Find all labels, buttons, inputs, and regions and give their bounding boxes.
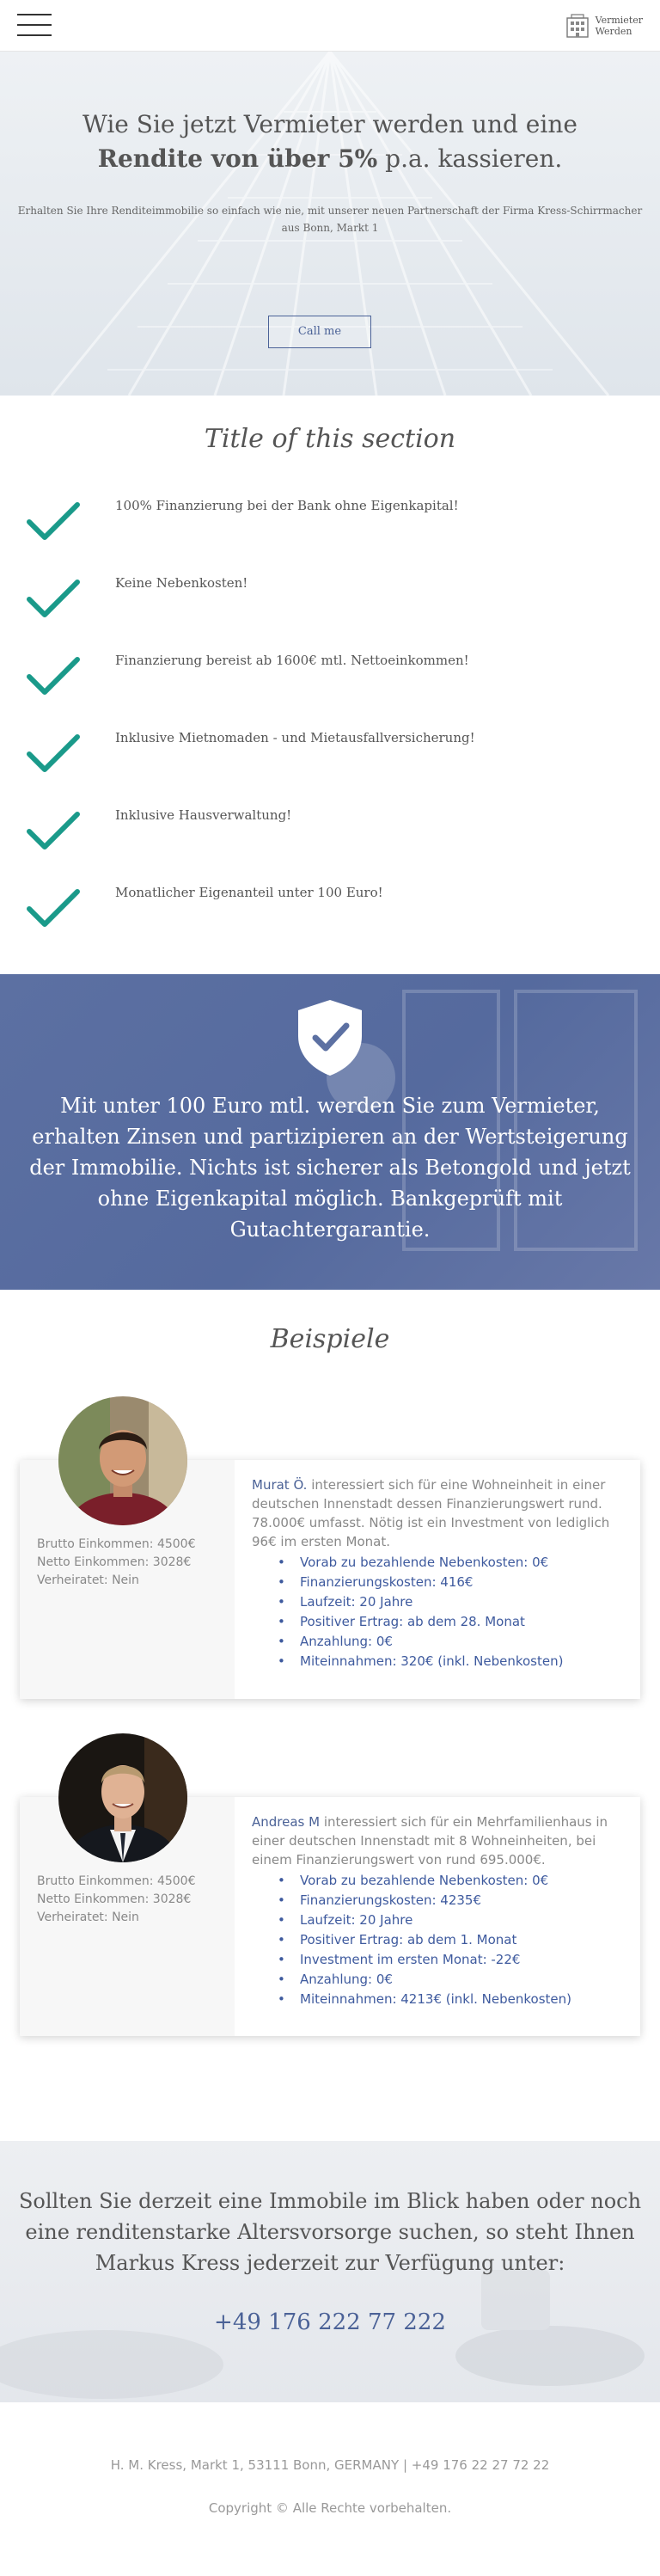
- card-description: Andreas M interessiert sich für ein Mehr…: [252, 1812, 630, 2009]
- card-bullet-item: Positiver Ertrag: ab dem 28. Monat: [278, 1612, 630, 1632]
- hero-title-rest: p.a. kassieren.: [377, 144, 563, 173]
- stat-netto-income: Netto Einkommen: 3028€: [37, 1892, 192, 1906]
- card-description: Murat Ö. interessiert sich für eine Wohn…: [252, 1475, 630, 1671]
- footer-separator: |: [402, 2457, 407, 2473]
- example-card-murat: Brutto Einkommen: 4500€ Netto Einkommen:…: [20, 1396, 640, 1699]
- hero-subtitle: Erhalten Sie Ihre Renditeimmobilie so ei…: [17, 205, 643, 234]
- card-bullet-item: Laufzeit: 20 Jahre: [278, 1911, 630, 1930]
- hero-title: Wie Sie jetzt Vermieter werden und eine …: [34, 107, 626, 176]
- footer-phone-link[interactable]: +49 176 22 27 72 22: [412, 2457, 549, 2473]
- card-bullet-list: Vorab zu bezahlende Nebenkosten: 0€Finan…: [278, 1553, 630, 1671]
- logo-line-1: Vermieter: [595, 15, 643, 26]
- building-icon: [565, 14, 589, 38]
- card-bullet-item: Finanzierungskosten: 4235€: [278, 1891, 630, 1911]
- site-logo[interactable]: Vermieter Werden: [565, 12, 643, 40]
- card-bullet-item: Positiver Ertrag: ab dem 1. Monat: [278, 1930, 630, 1950]
- checkmark-icon: [27, 812, 80, 849]
- card-stats: Brutto Einkommen: 4500€ Netto Einkommen:…: [37, 1536, 195, 1590]
- stat-netto-income: Netto Einkommen: 3028€: [37, 1555, 192, 1569]
- examples-section: Beispiele Brutto Einkommen: 4500€ Netto …: [0, 1290, 660, 2141]
- checkmark-icon: [27, 657, 80, 695]
- feature-item: Inklusive Mietnomaden - und Mietausfallv…: [26, 727, 636, 778]
- feature-item: Keine Nebenkosten!: [26, 572, 636, 623]
- logo-text: Vermieter Werden: [596, 15, 643, 37]
- features-title: Title of this section: [204, 424, 456, 454]
- stat-brutto-income: Brutto Einkommen: 4500€: [37, 1537, 196, 1551]
- card-bullet-item: Vorab zu bezahlende Nebenkosten: 0€: [278, 1553, 630, 1573]
- hero-section: Wie Sie jetzt Vermieter werden und eine …: [0, 52, 660, 396]
- footer-copyright: Copyright © Alle Rechte vorbehalten.: [208, 2500, 452, 2516]
- stat-married: Verheiratet: Nein: [37, 1573, 139, 1587]
- client-name: Murat Ö.: [252, 1477, 308, 1493]
- footer-address: H. M. Kress, Markt 1, 53111 Bonn, GERMAN…: [110, 2457, 400, 2473]
- stat-married: Verheiratet: Nein: [37, 1911, 139, 1924]
- site-footer: H. M. Kress, Markt 1, 53111 Bonn, GERMAN…: [0, 2402, 660, 2576]
- contact-text: Sollten Sie derzeit eine Immobile im Bli…: [18, 2189, 642, 2275]
- card-bullet-item: Vorab zu bezahlende Nebenkosten: 0€: [278, 1871, 630, 1891]
- stat-brutto-income: Brutto Einkommen: 4500€: [37, 1874, 196, 1888]
- feature-item: Finanzierung bereist ab 1600€ mtl. Netto…: [26, 649, 636, 701]
- card-bullet-item: Miteinnahmen: 4213€ (inkl. Nebenkosten): [278, 1990, 630, 2009]
- card-bullet-item: Anzahlung: 0€: [278, 1970, 630, 1990]
- features-section: Title of this section 100% Finanzierung …: [0, 396, 660, 974]
- logo-line-2: Werden: [595, 26, 632, 37]
- contact-phone-link[interactable]: +49 176 222 77 222: [0, 2309, 660, 2335]
- card-bullet-item: Finanzierungskosten: 416€: [278, 1573, 630, 1592]
- hero-title-line-1: Wie Sie jetzt Vermieter werden und eine: [82, 110, 578, 138]
- trust-banner-text: Mit unter 100 Euro mtl. werden Sie zum V…: [29, 1094, 631, 1242]
- hamburger-icon[interactable]: [17, 10, 52, 40]
- feature-text: 100% Finanzierung bei der Bank ohne Eige…: [115, 498, 459, 513]
- card-bullet-item: Miteinnahmen: 320€ (inkl. Nebenkosten): [278, 1652, 630, 1671]
- card-bullet-item: Laufzeit: 20 Jahre: [278, 1592, 630, 1612]
- footer-contact-line: H. M. Kress, Markt 1, 53111 Bonn, GERMAN…: [0, 2457, 660, 2473]
- feature-item: Inklusive Hausverwaltung!: [26, 804, 636, 856]
- feature-item: 100% Finanzierung bei der Bank ohne Eige…: [26, 494, 636, 546]
- hero-title-bold: Rendite von über 5%: [97, 144, 378, 173]
- feature-text: Keine Nebenkosten!: [115, 575, 248, 591]
- checkmark-icon: [27, 502, 80, 540]
- card-bullet-item: Investment im ersten Monat: -22€: [278, 1950, 630, 1970]
- examples-title: Beispiele: [270, 1324, 390, 1354]
- trust-banner: Mit unter 100 Euro mtl. werden Sie zum V…: [0, 974, 660, 1290]
- shield-check-icon: [298, 1000, 362, 1076]
- call-me-button[interactable]: Call me: [268, 316, 371, 348]
- avatar-andreas: [58, 1733, 187, 1862]
- card-stats: Brutto Einkommen: 4500€ Netto Einkommen:…: [37, 1873, 195, 1927]
- feature-text: Finanzierung bereist ab 1600€ mtl. Netto…: [115, 653, 469, 668]
- feature-text: Monatlicher Eigenanteil unter 100 Euro!: [115, 885, 383, 900]
- site-header: Vermieter Werden: [0, 0, 660, 52]
- feature-item: Monatlicher Eigenanteil unter 100 Euro!: [26, 881, 636, 933]
- checkmark-icon: [27, 734, 80, 772]
- feature-text: Inklusive Mietnomaden - und Mietausfallv…: [115, 730, 475, 745]
- client-name: Andreas M: [252, 1814, 321, 1830]
- card-bullet-item: Anzahlung: 0€: [278, 1632, 630, 1652]
- example-card-andreas: Brutto Einkommen: 4500€ Netto Einkommen:…: [20, 1733, 640, 2036]
- feature-text: Inklusive Hausverwaltung!: [115, 807, 292, 823]
- checkmark-icon: [27, 580, 80, 617]
- card-bullet-list: Vorab zu bezahlende Nebenkosten: 0€Finan…: [278, 1871, 630, 2009]
- checkmark-icon: [27, 889, 80, 927]
- avatar-murat: [58, 1396, 187, 1525]
- contact-section: Sollten Sie derzeit eine Immobile im Bli…: [0, 2141, 660, 2402]
